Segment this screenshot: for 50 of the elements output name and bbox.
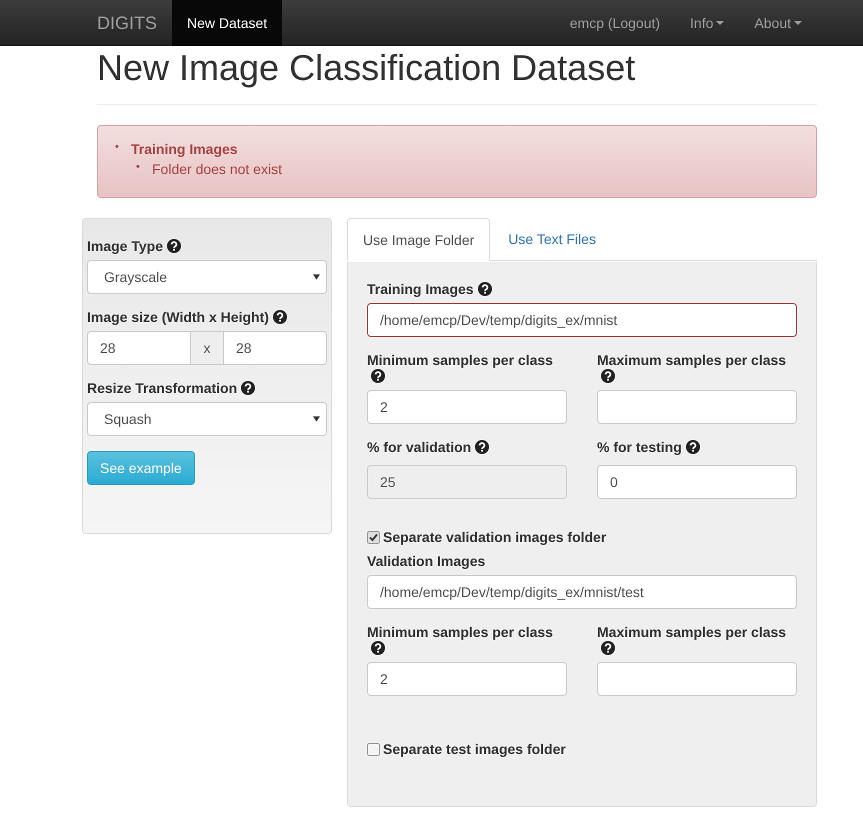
- help-icon[interactable]: [478, 282, 492, 296]
- caret-icon: [313, 416, 320, 422]
- checkbox-label: Separate validation images folder: [383, 529, 606, 545]
- checkbox[interactable]: [367, 530, 380, 544]
- dropdown-select[interactable]: Grayscale: [87, 260, 327, 294]
- checkbox-label: Separate test images folder: [383, 741, 566, 757]
- nav-link[interactable]: About: [739, 0, 817, 46]
- help-icon[interactable]: [601, 369, 615, 383]
- checkbox[interactable]: [367, 742, 380, 756]
- field-label: Minimum samples per class: [367, 352, 553, 368]
- help-icon[interactable]: [601, 641, 615, 655]
- field-label: Maximum samples per class: [597, 624, 786, 640]
- help-icon[interactable]: [272, 310, 287, 324]
- field-label: Training Images: [367, 281, 474, 297]
- number-field[interactable]: [597, 390, 797, 424]
- height-field[interactable]: 28: [223, 331, 327, 365]
- error-heading: Training Images: [131, 141, 238, 157]
- width-field[interactable]: 28: [87, 331, 191, 365]
- page-title: New Image Classification Dataset: [97, 48, 636, 88]
- field-label: Resize Transformation: [87, 380, 238, 396]
- nav-link[interactable]: emcp (Logout): [554, 0, 676, 46]
- bullet: •: [136, 161, 141, 175]
- path-field[interactable]: /home/emcp/Dev/temp/digits_ex/mnist/test: [367, 575, 797, 609]
- number-field[interactable]: 2: [367, 662, 567, 696]
- help-icon[interactable]: [686, 440, 700, 454]
- bullet: •: [115, 141, 120, 155]
- help-icon[interactable]: [167, 239, 181, 253]
- field-label: Minimum samples per class: [367, 624, 553, 640]
- field-label: Validation Images: [367, 553, 486, 569]
- field-label: Image Type: [87, 238, 163, 254]
- path-field[interactable]: /home/emcp/Dev/temp/digits_ex/mnist: [367, 303, 797, 337]
- dropdown-select[interactable]: Squash: [87, 402, 327, 436]
- error-message: Folder does not exist: [152, 161, 282, 177]
- field-label: % for testing: [597, 439, 682, 455]
- help-icon[interactable]: [371, 641, 385, 655]
- nav-link[interactable]: Info: [675, 0, 740, 46]
- tab[interactable]: Use Image Folder: [347, 218, 490, 261]
- field-label: Maximum samples per class: [597, 352, 786, 368]
- help-icon[interactable]: [241, 381, 256, 395]
- brand-link[interactable]: DIGITS: [82, 0, 172, 46]
- help-icon[interactable]: [371, 369, 385, 383]
- number-field[interactable]: 0: [597, 465, 797, 499]
- tab[interactable]: Use Text Files: [492, 218, 612, 260]
- field-label: Image size (Width x Height): [87, 309, 269, 325]
- field-label: % for validation: [367, 439, 472, 455]
- size-separator: x: [191, 331, 223, 365]
- number-field[interactable]: [597, 662, 797, 696]
- number-field[interactable]: 2: [367, 390, 567, 424]
- caret-icon: [313, 274, 320, 280]
- nav-link[interactable]: New Dataset: [172, 0, 282, 46]
